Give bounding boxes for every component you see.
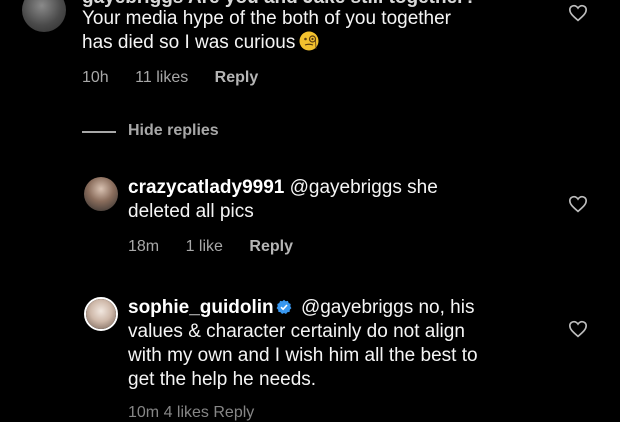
comment-line: Your media hype of the both of you toget… [82, 8, 452, 29]
reply-line: sophie_guidolin @gayebriggs no, his [128, 296, 478, 320]
comment-line-text: has died so I was curious [82, 32, 296, 53]
comment-meta: 10h 11 likes Reply [82, 69, 280, 87]
like-heart-icon[interactable] [568, 4, 588, 22]
monocle-emoji-icon [299, 31, 319, 51]
like-heart-icon[interactable] [568, 195, 588, 213]
comment-text: Your media hype of the both of you toget… [82, 7, 451, 55]
reply-button[interactable]: Reply [249, 238, 293, 255]
reply-line: get the help he needs. [128, 369, 317, 390]
reply-meta: 18m 1 like Reply [128, 238, 315, 256]
reply-text: sophie_guidolin @gayebriggs no, his valu… [128, 296, 478, 392]
avatar[interactable] [22, 0, 66, 32]
comment-likes[interactable]: 11 likes [135, 69, 188, 86]
hide-replies-button[interactable]: Hide replies [128, 122, 219, 140]
mention-link[interactable]: @gayebriggs [290, 177, 402, 198]
reply-meta-partial: 10m 4 likes Reply [128, 404, 276, 422]
avatar[interactable] [84, 177, 118, 211]
reply-time: 18m [128, 238, 160, 255]
reply-line-text: no, his [418, 297, 475, 318]
username-link[interactable]: sophie_guidolin [128, 297, 274, 318]
reply-text: crazycatlady9991 @gayebriggs she deleted… [128, 176, 438, 224]
reply-line: with my own and I wish him all the best … [128, 345, 478, 366]
reply-line: crazycatlady9991 @gayebriggs she [128, 176, 438, 200]
thread-line [82, 131, 116, 133]
reply-line-text: she [407, 177, 438, 198]
username-link[interactable]: crazycatlady9991 [128, 177, 284, 198]
like-heart-icon[interactable] [568, 320, 588, 338]
reply-button[interactable]: Reply [215, 69, 259, 86]
comment-line: has died so I was curious [82, 31, 451, 55]
comment-time: 10h [82, 69, 109, 86]
avatar[interactable] [84, 297, 118, 331]
reply-likes[interactable]: 1 like [186, 238, 223, 255]
verified-badge-icon [276, 299, 292, 314]
reply-line: deleted all pics [128, 201, 254, 222]
reply-line: values & character certainly do not alig… [128, 321, 465, 342]
mention-link[interactable]: @gayebriggs [301, 297, 413, 318]
